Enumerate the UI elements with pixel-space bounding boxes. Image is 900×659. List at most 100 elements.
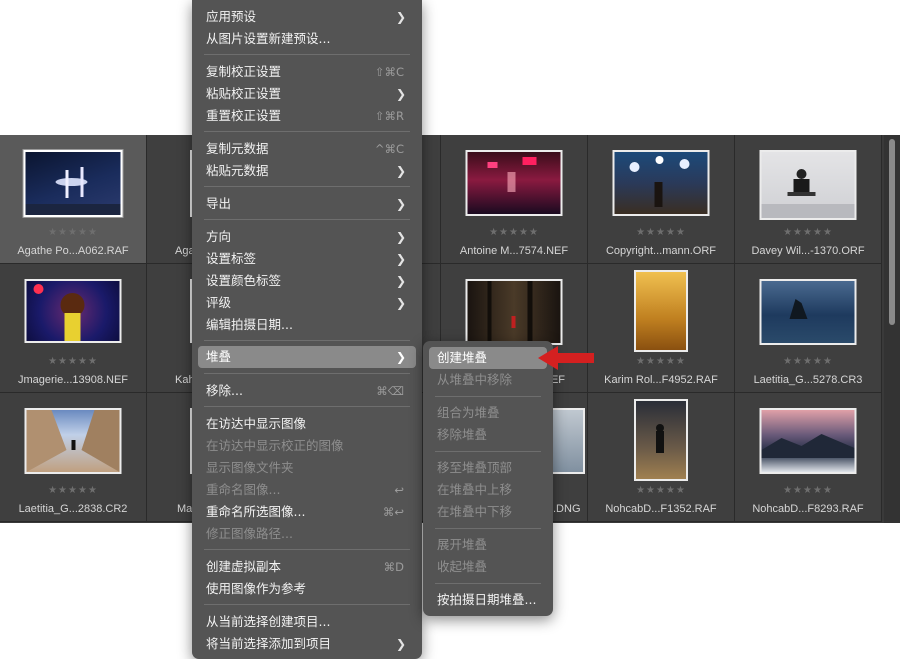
thumbnail-cell[interactable]: ★★★★★ Agathe Po...A062.RAF	[0, 135, 147, 264]
rating-stars[interactable]: ★★★★★	[588, 227, 734, 238]
chevron-right-icon: ❯	[395, 350, 406, 364]
photo-thumbnail[interactable]	[24, 408, 122, 474]
file-name: NohcabD...F1352.RAF	[605, 503, 717, 515]
file-name: Copyright...mann.ORF	[605, 245, 717, 257]
menu-separator	[435, 528, 541, 529]
menu-item-add-to-project[interactable]: 将当前选择添加到项目 ❯	[198, 633, 416, 655]
menu-separator	[204, 604, 410, 605]
menu-item-edit-capture-date[interactable]: 编辑拍摄日期...	[198, 314, 416, 336]
photo-thumbnail[interactable]	[634, 399, 688, 481]
thumbnail-cell[interactable]: ★★★★★ Davey Wil...-1370.ORF	[735, 135, 882, 264]
submenu-item-move-down: 在堆叠中下移	[429, 501, 547, 523]
menu-item-label: 重命名所选图像...	[206, 504, 306, 519]
submenu-item-move-up: 在堆叠中上移	[429, 479, 547, 501]
menu-item-use-as-reference[interactable]: 使用图像作为参考	[198, 578, 416, 600]
menu-item-label: 展开堆叠	[437, 537, 488, 552]
menu-separator	[204, 186, 410, 187]
thumbnail-cell[interactable]: ★★★★★ Laetitia_G...5278.CR3	[735, 264, 882, 393]
rating-stars[interactable]: ★★★★★	[0, 227, 146, 238]
menu-item-new-preset[interactable]: 从图片设置新建预设...	[198, 28, 416, 50]
shortcut-label: ⌘D	[383, 560, 404, 574]
chevron-right-icon: ❯	[395, 87, 406, 101]
menu-item-create-project[interactable]: 从当前选择创建项目...	[198, 611, 416, 633]
menu-item-label: 粘贴校正设置	[206, 86, 282, 101]
menu-item-label: 在访达中显示图像	[206, 416, 307, 431]
thumbnail-cell[interactable]: ★★★★★ Antoine M...7574.NEF	[441, 135, 588, 264]
chevron-right-icon: ❯	[395, 637, 406, 651]
menu-item-label: 复制校正设置	[206, 64, 282, 79]
thumbnail-cell[interactable]: ★★★★★ Jmagerie...13908.NEF	[0, 264, 147, 393]
thumbnail-cell[interactable]: ★★★★★ NohcabD...F1352.RAF	[588, 393, 735, 522]
menu-item-label: 设置颜色标签	[206, 273, 282, 288]
submenu-item-stack-by-date[interactable]: 按拍摄日期堆叠...	[429, 589, 547, 611]
menu-separator	[204, 549, 410, 550]
chevron-right-icon: ❯	[395, 252, 406, 266]
menu-item-label: 按拍摄日期堆叠...	[437, 592, 537, 607]
file-name: Karim Rol...F4952.RAF	[604, 374, 718, 386]
photo-thumbnail[interactable]	[465, 279, 563, 345]
rating-stars[interactable]: ★★★★★	[588, 485, 734, 496]
menu-item-label: 将当前选择添加到项目	[206, 636, 332, 651]
rating-stars[interactable]: ★★★★★	[735, 356, 881, 367]
photo-thumbnail[interactable]	[24, 279, 122, 343]
menu-item-label: 从堆叠中移除	[437, 372, 513, 387]
menu-item-show-image-folder: 显示图像文件夹	[198, 457, 416, 479]
photo-thumbnail[interactable]	[612, 150, 710, 216]
menu-item-label: 设置标签	[206, 251, 257, 266]
submenu-item-collapse-stack: 收起堆叠	[429, 556, 547, 578]
rating-stars[interactable]: ★★★★★	[735, 227, 881, 238]
menu-separator	[435, 396, 541, 397]
file-name: Laetitia_G...2838.CR2	[18, 503, 128, 515]
photo-thumbnail[interactable]	[759, 150, 857, 220]
menu-item-set-label[interactable]: 设置标签 ❯	[198, 248, 416, 270]
chevron-right-icon: ❯	[395, 10, 406, 24]
menu-item-export[interactable]: 导出 ❯	[198, 193, 416, 215]
chevron-right-icon: ❯	[395, 296, 406, 310]
submenu-item-create-stack[interactable]: 创建堆叠	[429, 347, 547, 369]
menu-item-orientation[interactable]: 方向 ❯	[198, 226, 416, 248]
menu-item-label: 复制元数据	[206, 141, 269, 156]
menu-item-label: 创建堆叠	[437, 350, 488, 365]
shortcut-label: ⇧⌘C	[374, 65, 404, 79]
menu-item-label: 组合为堆叠	[437, 405, 500, 420]
menu-item-remove[interactable]: 移除... ⌘⌫	[198, 380, 416, 402]
menu-item-reset-adjustments[interactable]: 重置校正设置 ⇧⌘R	[198, 105, 416, 127]
menu-item-show-in-finder[interactable]: 在访达中显示图像	[198, 413, 416, 435]
photo-thumbnail[interactable]	[759, 279, 857, 345]
menu-item-copy-metadata[interactable]: 复制元数据 ^⌘C	[198, 138, 416, 160]
thumbnail-cell[interactable]: ★★★★★ NohcabD...F8293.RAF	[735, 393, 882, 522]
thumbnail-cell[interactable]: ★★★★★ Karim Rol...F4952.RAF	[588, 264, 735, 393]
photo-thumbnail[interactable]	[465, 150, 563, 216]
context-menu: 应用预设 ❯ 从图片设置新建预设... 复制校正设置 ⇧⌘C 粘贴校正设置 ❯ 重置校…	[192, 0, 422, 659]
rating-stars[interactable]: ★★★★★	[0, 356, 146, 367]
menu-item-set-color-label[interactable]: 设置颜色标签 ❯	[198, 270, 416, 292]
menu-item-copy-adjustments[interactable]: 复制校正设置 ⇧⌘C	[198, 61, 416, 83]
rating-stars[interactable]: ★★★★★	[588, 356, 734, 367]
vertical-scrollbar[interactable]	[884, 135, 900, 523]
menu-item-apply-preset[interactable]: 应用预设 ❯	[198, 6, 416, 28]
menu-separator	[204, 406, 410, 407]
photo-thumbnail[interactable]	[759, 408, 857, 474]
scrollbar-thumb[interactable]	[889, 139, 895, 325]
menu-item-label: 移除...	[206, 383, 243, 398]
photo-thumbnail[interactable]	[22, 149, 124, 218]
menu-item-label: 收起堆叠	[437, 559, 488, 574]
rating-stars[interactable]: ★★★★★	[441, 227, 587, 238]
photo-thumbnail[interactable]	[634, 270, 688, 352]
shortcut-label: ↩	[394, 483, 404, 497]
menu-separator	[204, 340, 410, 341]
menu-separator	[204, 54, 410, 55]
rating-stars[interactable]: ★★★★★	[735, 485, 881, 496]
menu-item-rename-selected[interactable]: 重命名所选图像... ⌘↩	[198, 501, 416, 523]
menu-item-paste-metadata[interactable]: 粘贴元数据 ❯	[198, 160, 416, 182]
menu-item-label: 重置校正设置	[206, 108, 282, 123]
file-name: Agathe Po...A062.RAF	[17, 245, 129, 257]
menu-separator	[204, 131, 410, 132]
thumbnail-cell[interactable]: ★★★★★ Laetitia_G...2838.CR2	[0, 393, 147, 522]
thumbnail-cell[interactable]: ★★★★★ Copyright...mann.ORF	[588, 135, 735, 264]
menu-item-paste-adjustments[interactable]: 粘贴校正设置 ❯	[198, 83, 416, 105]
menu-item-rating[interactable]: 评级 ❯	[198, 292, 416, 314]
menu-item-create-virtual-copy[interactable]: 创建虚拟副本 ⌘D	[198, 556, 416, 578]
menu-item-stack[interactable]: 堆叠 ❯	[198, 346, 416, 368]
rating-stars[interactable]: ★★★★★	[0, 485, 146, 496]
